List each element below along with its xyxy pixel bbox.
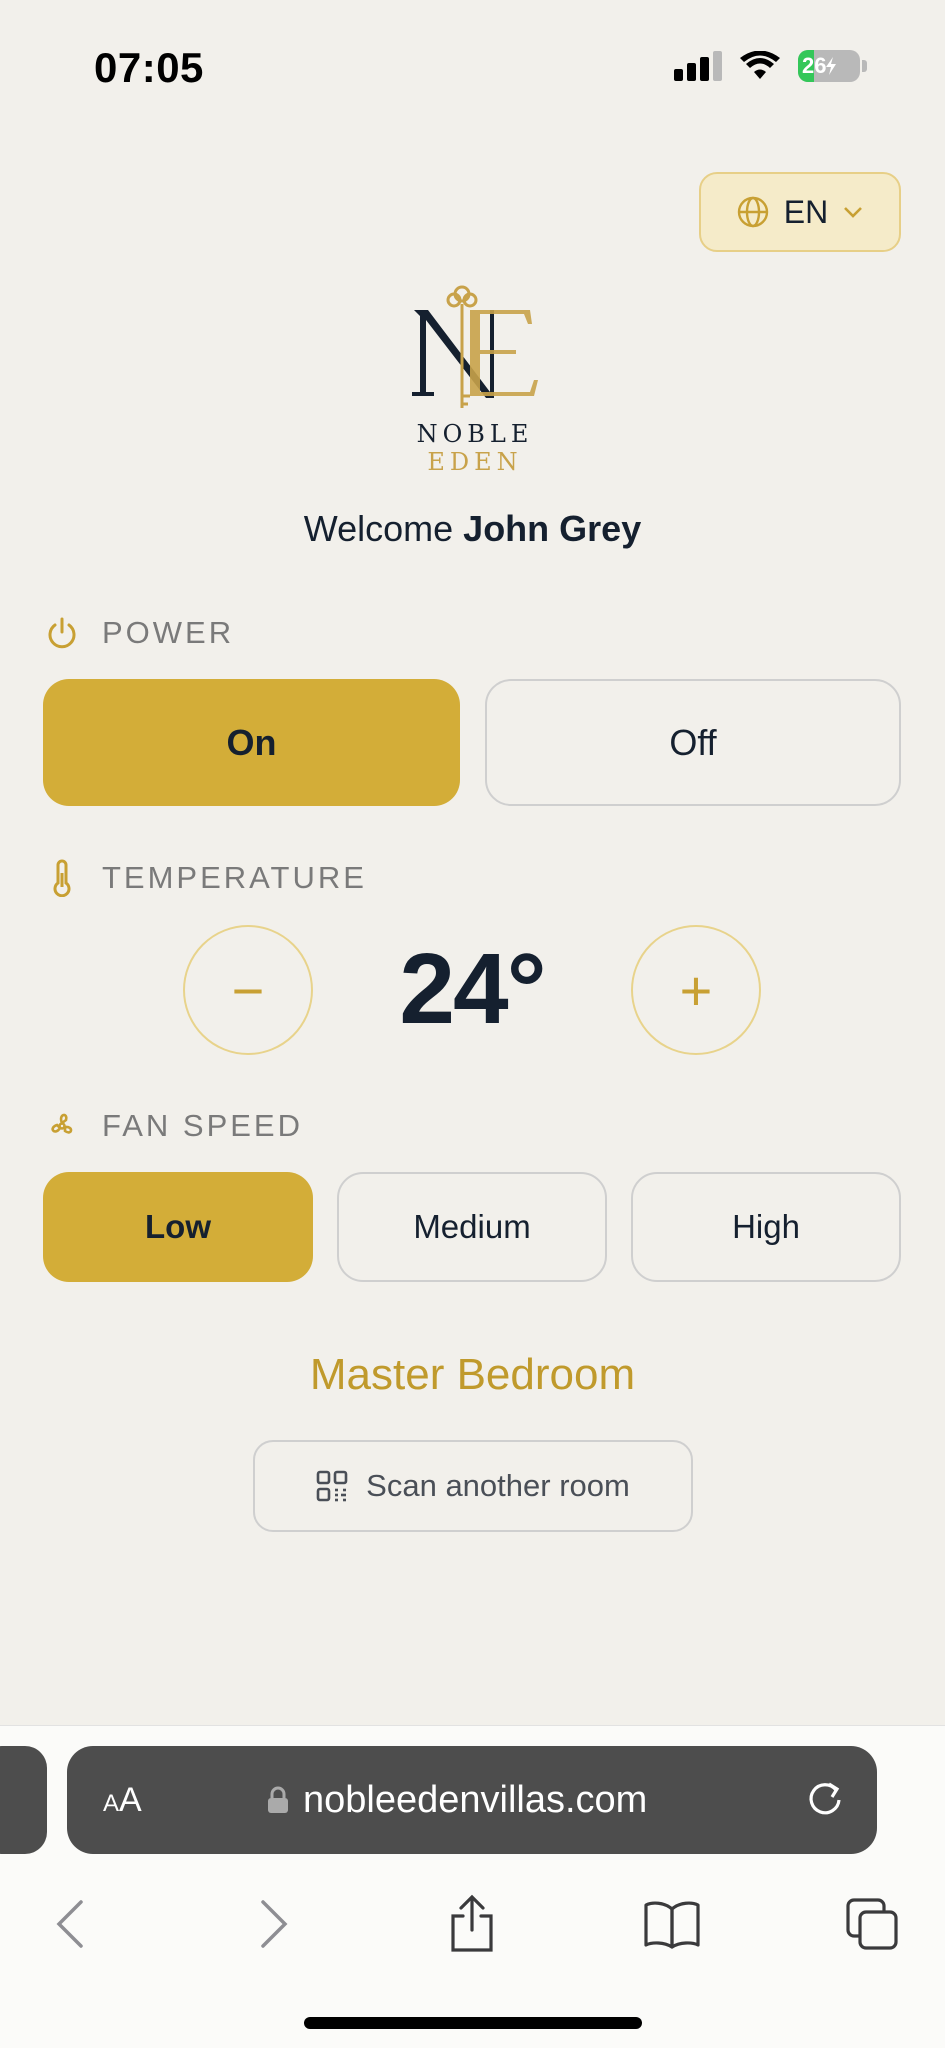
power-on-button[interactable]: On — [43, 679, 460, 806]
welcome-prefix: Welcome — [303, 508, 454, 549]
scan-another-room-button[interactable]: Scan another room — [253, 1440, 693, 1532]
previous-tab-preview[interactable] — [0, 1746, 47, 1854]
url-display[interactable]: nobleedenvillas.com — [267, 1779, 647, 1822]
home-indicator — [304, 2017, 642, 2029]
scan-label: Scan another room — [366, 1468, 630, 1503]
fan-speed-medium-button[interactable]: Medium — [337, 1172, 607, 1282]
fan-speed-low-button[interactable]: Low — [43, 1172, 313, 1282]
logo-wordmark: NOBLE EDEN — [416, 420, 534, 476]
lock-icon — [268, 1786, 288, 1813]
noble-eden-logo-mark — [412, 285, 538, 408]
back-button[interactable] — [30, 1884, 110, 1964]
temperature-value: 24° — [399, 933, 546, 1045]
reader-options-button[interactable]: AA — [103, 1781, 142, 1820]
power-section-label: POWER — [44, 615, 234, 651]
reload-icon[interactable] — [803, 1776, 847, 1820]
temperature-section-label: TEMPERATURE — [44, 859, 367, 897]
share-icon — [451, 1894, 493, 1952]
tabs-icon — [846, 1898, 898, 1950]
tabs-button[interactable] — [832, 1884, 912, 1964]
fan-speed-high-button[interactable]: High — [631, 1172, 901, 1282]
chevron-left-icon — [56, 1900, 83, 1948]
wifi-icon — [740, 51, 780, 79]
logo: NOBLE EDEN — [370, 280, 580, 476]
battery-level: 26 — [802, 53, 827, 78]
browser-toolbar: AA nobleedenvillas.com — [0, 1725, 945, 2048]
status-time: 07:05 — [94, 44, 204, 91]
welcome-message: Welcome John Grey — [0, 508, 945, 550]
fan-icon — [51, 1113, 73, 1134]
browser-nav — [0, 1884, 945, 1984]
chevron-down-icon — [844, 207, 863, 218]
thermometer-icon — [53, 859, 71, 897]
room-name: Master Bedroom — [309, 1350, 636, 1399]
url-text: nobleedenvillas.com — [303, 1778, 648, 1821]
bookmarks-button[interactable] — [632, 1884, 712, 1964]
status-icons: 26 — [674, 50, 867, 82]
fan-speed-section-label: FAN SPEED — [44, 1108, 303, 1144]
globe-icon — [737, 196, 768, 228]
battery-icon: 26 — [798, 50, 860, 82]
temperature-increase-button[interactable]: + — [631, 925, 761, 1055]
share-button[interactable] — [432, 1884, 512, 1964]
qr-code-icon — [316, 1470, 348, 1502]
temperature-decrease-button[interactable]: − — [183, 925, 313, 1055]
cellular-signal-icon — [674, 51, 722, 81]
language-selector[interactable]: EN — [699, 172, 901, 252]
guest-name: John Grey — [463, 508, 642, 549]
address-bar[interactable]: AA nobleedenvillas.com — [67, 1746, 877, 1854]
power-off-button[interactable]: Off — [485, 679, 901, 806]
forward-button[interactable] — [234, 1884, 314, 1964]
status-bar: 07:05 26 — [0, 0, 945, 140]
book-icon — [644, 1901, 700, 1949]
language-label: EN — [783, 193, 829, 230]
chevron-right-icon — [261, 1900, 288, 1948]
power-icon — [48, 617, 76, 649]
